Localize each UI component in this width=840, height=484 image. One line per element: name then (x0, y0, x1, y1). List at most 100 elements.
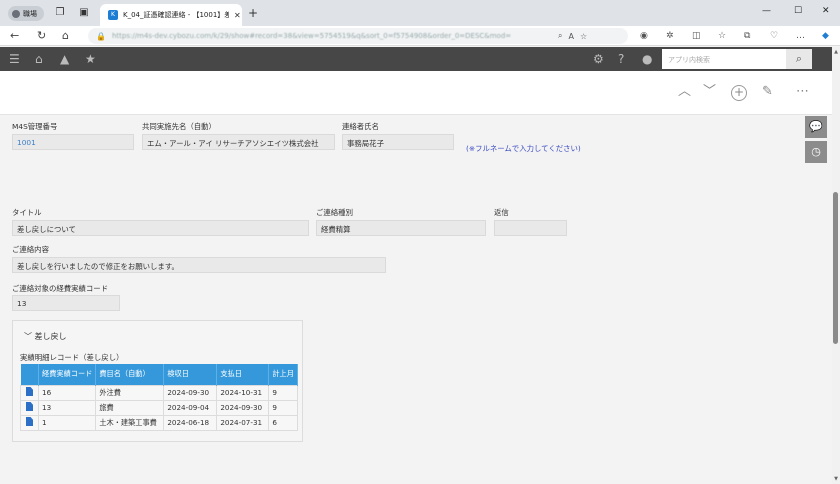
tab-title: K_04_証憑確認連絡 - 【1001】差し戻 (123, 11, 229, 19)
settings-gear-icon[interactable]: ⚙ (593, 52, 604, 66)
copilot-icon[interactable]: ◆ (822, 31, 829, 41)
table-cell: 土木・建築工事費 (95, 414, 165, 431)
previous-record-icon[interactable]: ︿ (678, 85, 691, 99)
extensions-icon[interactable]: ✲ (666, 31, 674, 41)
record-toolbar: ︿ ﹀ + ✎ ⋯ (0, 71, 832, 115)
open-record-link[interactable] (20, 414, 39, 431)
more-options-icon[interactable]: ⋯ (796, 85, 809, 99)
company-label: 共同実施先名（自動） (142, 122, 216, 131)
contact-hint: (※フルネームで入力してください) (466, 144, 581, 153)
kintone-header: ☰ ⌂ ▲ ★ ⚙ ? ● アプリ内検索 ⌕ (0, 47, 832, 71)
expense-code-label: ご連絡対象の経費実績コード (12, 284, 109, 293)
column-header: 検収日 (163, 364, 218, 385)
table-cell: 外注費 (95, 384, 165, 401)
help-icon[interactable]: ? (618, 52, 624, 66)
notification-bell-icon[interactable]: ▲ (60, 52, 69, 66)
new-tab-icon[interactable]: + (248, 7, 258, 19)
contact-label: 連絡者氏名 (342, 122, 379, 131)
table-cell: 16 (37, 384, 97, 401)
table-cell: 旅費 (95, 399, 165, 416)
favorite-star-icon[interactable]: ☆ (580, 32, 587, 41)
table-cell: 2024-06-18 (163, 414, 218, 431)
more-menu-icon[interactable]: … (796, 31, 805, 41)
close-window-icon[interactable]: ✕ (822, 6, 830, 16)
open-record-link[interactable] (20, 384, 39, 401)
title-label: タイトル (12, 208, 42, 217)
table-row: 1 土木・建築工事費 2024-06-18 2024-07-31 6 (20, 414, 298, 431)
document-icon (26, 387, 33, 396)
home-icon[interactable]: ⌂ (62, 30, 69, 42)
title-value: 差し戻しについて (12, 220, 309, 236)
column-header: 支払日 (216, 364, 270, 385)
workspaces-icon[interactable]: ❐ (54, 7, 66, 19)
app-search-input[interactable]: アプリ内検索 (662, 49, 786, 69)
chevron-down-icon: ﹀ (24, 332, 32, 341)
url-field[interactable]: 🔒 https://m4s-dev.cybozu.com/k/29/show#r… (88, 28, 628, 44)
url-text: https://m4s-dev.cybozu.com/k/29/show#rec… (111, 32, 512, 40)
subtable-header-row: 経費実績コード 費目名（自動） 検収日 支払日 計上月 (20, 364, 298, 385)
browser-essentials-icon[interactable]: ♡ (770, 31, 778, 41)
reply-value (494, 220, 567, 236)
collections-icon[interactable]: ⧉ (744, 31, 750, 41)
kind-value: 経費精算 (316, 220, 486, 236)
back-icon[interactable]: ← (10, 30, 19, 42)
tab-actions-icon[interactable]: ▣ (78, 7, 90, 19)
table-cell: 9 (268, 399, 298, 416)
column-header: 経費実績コード (38, 364, 97, 385)
reload-icon[interactable]: ↻ (37, 30, 46, 42)
close-tab-icon[interactable]: ✕ (234, 11, 241, 20)
favorites-star-icon[interactable]: ★ (85, 52, 96, 66)
menu-icon[interactable]: ☰ (9, 52, 20, 66)
group-toggle[interactable]: ﹀ 差し戻し (24, 331, 67, 342)
scroll-down-icon[interactable]: ▼ (832, 476, 840, 482)
edit-record-icon[interactable]: ✎ (762, 85, 773, 99)
zoom-icon[interactable]: ⌕ (558, 31, 562, 41)
profile-label: 職場 (23, 9, 37, 18)
scroll-up-icon[interactable]: ▲ (832, 49, 840, 55)
profile-button[interactable]: 職場 (8, 6, 44, 21)
group-title: 差し戻し (34, 332, 67, 341)
subtable-title: 実績明細レコード（差し戻し） (20, 353, 124, 362)
comments-icon[interactable]: 💬 (805, 116, 827, 138)
table-cell: 2024-09-30 (163, 384, 218, 401)
document-icon (26, 402, 33, 411)
table-cell: 2024-10-31 (216, 384, 270, 401)
address-bar-row: ← ↻ ⌂ 🔒 https://m4s-dev.cybozu.com/k/29/… (0, 26, 840, 46)
split-screen-icon[interactable]: ◫ (692, 31, 701, 41)
icon-column-header (20, 364, 39, 385)
content-value: 差し戻しを行いましたので修正をお願いします。 (12, 257, 386, 273)
search-icon[interactable]: ⌕ (786, 49, 812, 69)
scrollbar-thumb[interactable] (833, 192, 838, 344)
maximize-icon[interactable]: ☐ (794, 6, 802, 16)
company-value: エム・アール・アイ リサーチアソシエイツ株式会社 (142, 134, 335, 150)
next-record-icon[interactable]: ﹀ (703, 85, 716, 99)
table-cell: 2024-09-04 (163, 399, 218, 416)
history-icon[interactable]: ◷ (805, 141, 827, 163)
favorites-icon[interactable]: ☆ (718, 31, 726, 41)
table-cell: 2024-07-31 (216, 414, 270, 431)
portal-home-icon[interactable]: ⌂ (35, 52, 43, 66)
column-header: 計上月 (268, 364, 298, 385)
read-aloud-icon[interactable]: A (568, 32, 573, 41)
reply-label: 返信 (494, 208, 509, 217)
avatar (12, 9, 20, 18)
document-icon (26, 417, 33, 426)
open-record-link[interactable] (20, 399, 39, 416)
table-cell: 6 (268, 414, 298, 431)
minimize-icon[interactable]: — (762, 6, 771, 16)
table-cell: 9 (268, 384, 298, 401)
m4s-no-value[interactable]: 1001 (12, 134, 134, 150)
m4s-no-label: M4S管理番号 (12, 122, 58, 131)
extension-shield-icon[interactable]: ◉ (640, 31, 648, 41)
add-record-icon[interactable]: + (731, 85, 747, 101)
browser-tab-bar: 職場 ❐ ▣ K K_04_証憑確認連絡 - 【1001】差し戻 ✕ + — ☐… (0, 0, 840, 26)
table-cell: 1 (37, 414, 97, 431)
detail-subtable: 経費実績コード 費目名（自動） 検収日 支払日 計上月 16 外注費 2024-… (20, 364, 298, 431)
user-avatar-icon[interactable]: ● (642, 52, 652, 66)
kind-label: ご連絡種別 (316, 208, 353, 217)
browser-tab-active[interactable]: K K_04_証憑確認連絡 - 【1001】差し戻 ✕ (100, 4, 242, 26)
content-label: ご連絡内容 (12, 245, 49, 254)
table-row: 13 旅費 2024-09-04 2024-09-30 9 (20, 399, 298, 416)
table-cell: 2024-09-30 (216, 399, 270, 416)
lock-icon: 🔒 (96, 31, 106, 41)
